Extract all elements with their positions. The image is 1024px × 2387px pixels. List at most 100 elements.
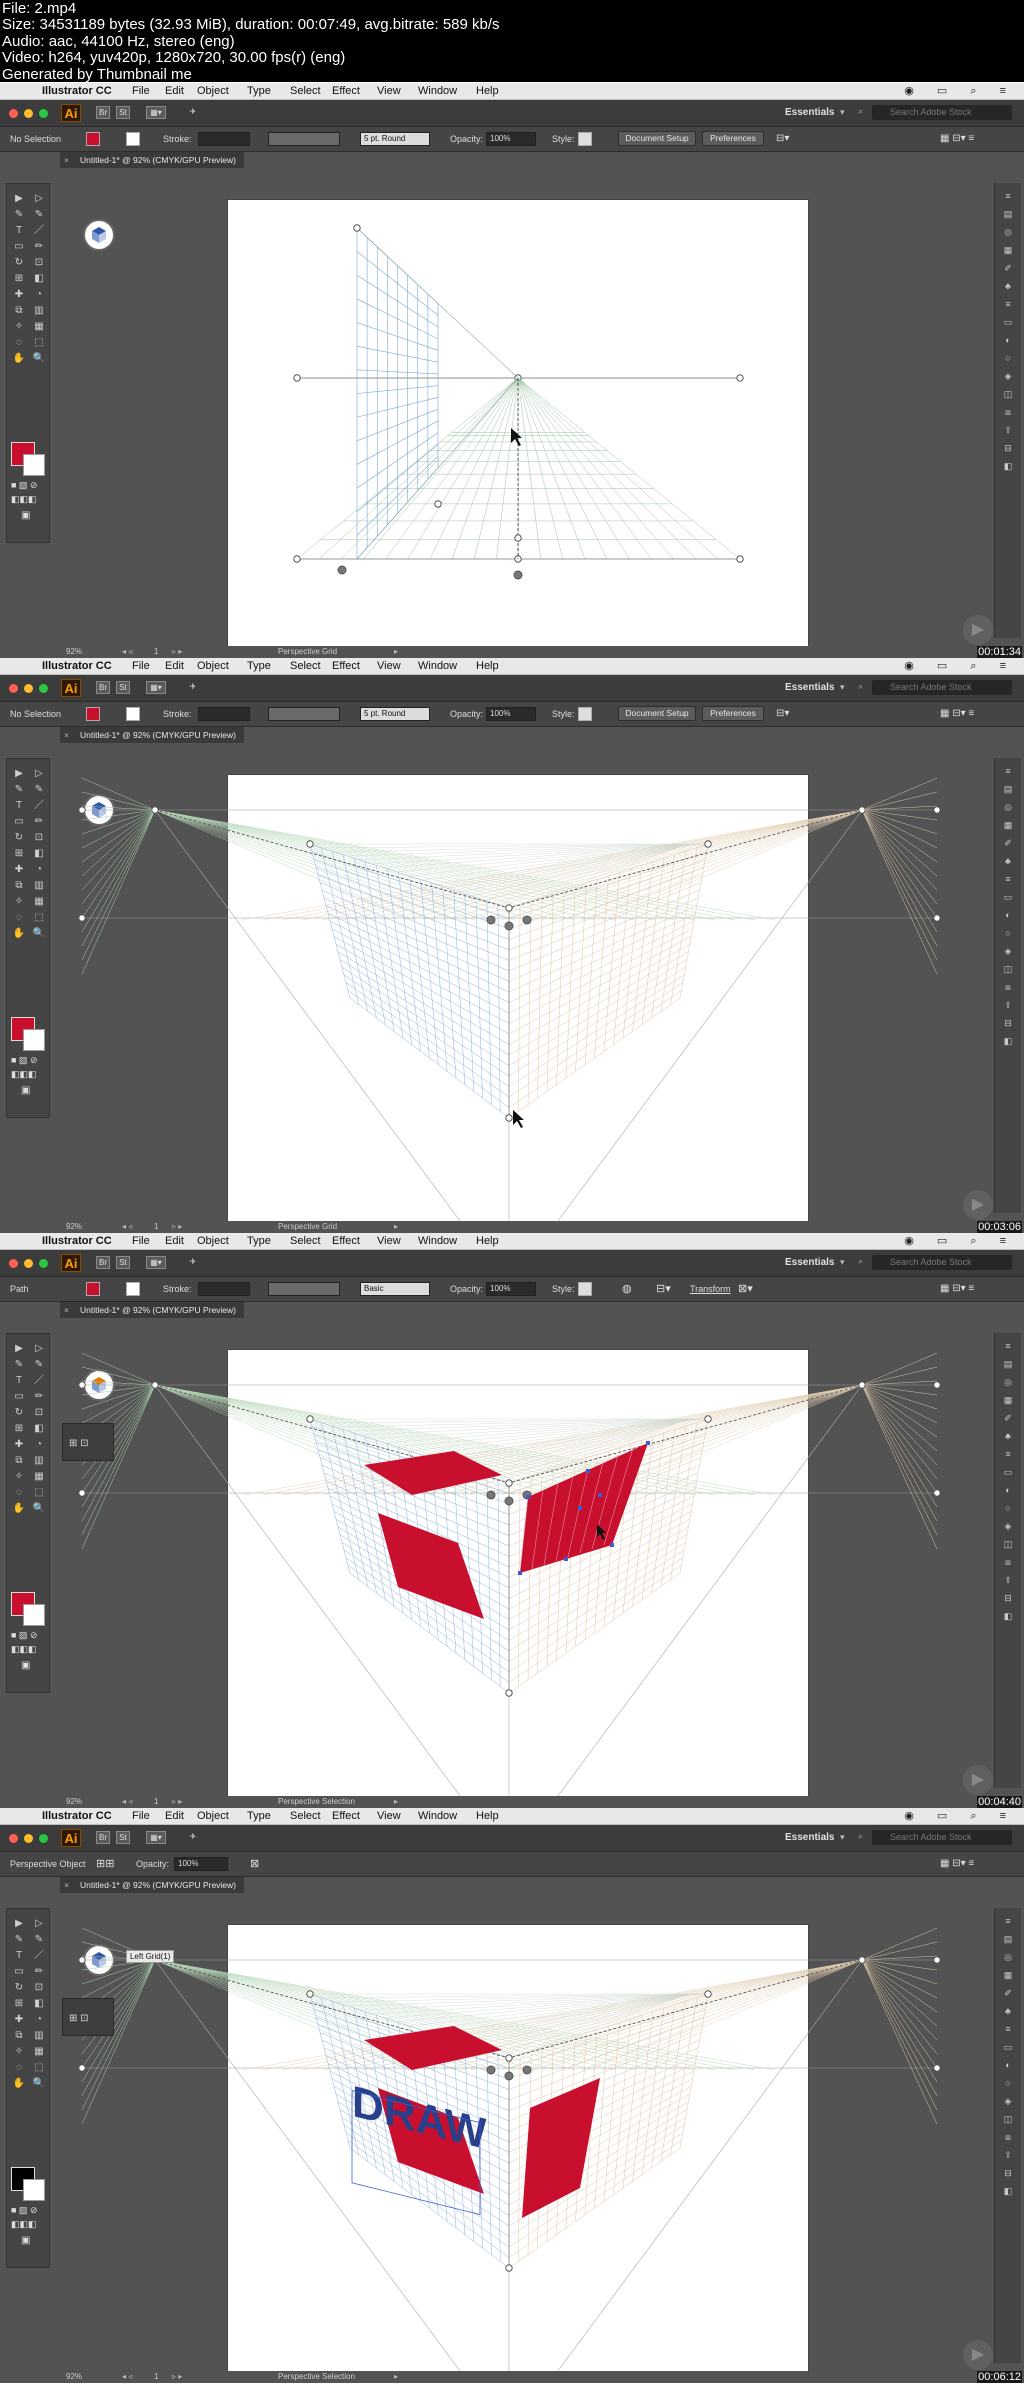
- right-ground-grid-line: [861, 805, 938, 811]
- artboard-nav-icon[interactable]: ◂ ◃: [122, 646, 132, 658]
- bottom-handle[interactable]: [505, 1114, 513, 1122]
- left-ground-grid-line: [154, 809, 736, 921]
- ground-grid-line: [517, 377, 674, 560]
- anchor-point[interactable]: [526, 1495, 530, 1499]
- right-ground-grid-line: [861, 791, 938, 811]
- status-menu-icon[interactable]: ▸: [394, 2371, 398, 2383]
- mouse-cursor-icon: [513, 1110, 524, 1128]
- bottom-handle[interactable]: [505, 1689, 513, 1697]
- right-grid-handle[interactable]: [522, 2065, 532, 2075]
- ground-handle-right[interactable]: [933, 914, 941, 922]
- right-ground-grid-line: [861, 1352, 938, 1386]
- left-grid-handle[interactable]: [486, 915, 496, 925]
- horizon-height-handle[interactable]: [514, 534, 522, 542]
- anchor-point[interactable]: [646, 1441, 650, 1445]
- right-extent-handle[interactable]: [704, 1415, 712, 1423]
- station-point-handle[interactable]: [505, 1479, 513, 1487]
- zoom-level[interactable]: 92%: [66, 1796, 82, 1808]
- left-plane-grid-line: [329, 920, 510, 1014]
- artboard-nav-icon[interactable]: ▹ ▸: [172, 646, 182, 658]
- horizon-handle-left[interactable]: [78, 806, 86, 814]
- artboard-nav-icon[interactable]: ▹ ▸: [172, 2371, 182, 2383]
- horizon-handle-left[interactable]: [78, 1381, 86, 1389]
- anchor-point[interactable]: [598, 1493, 602, 1497]
- grid-extent-handle[interactable]: [434, 500, 442, 508]
- horizon-handle-right[interactable]: [933, 1956, 941, 1964]
- perspective-grid-icon[interactable]: ⊞ ⊡: [69, 1438, 89, 1449]
- horizon-handle-left[interactable]: [78, 1956, 86, 1964]
- right-extent-handle[interactable]: [704, 840, 712, 848]
- right-vanishing-handle[interactable]: [858, 1381, 866, 1389]
- right-vanishing-handle[interactable]: [858, 806, 866, 814]
- right-grid-handle[interactable]: [522, 915, 532, 925]
- left-red-rectangle[interactable]: [378, 1513, 484, 1619]
- zoom-level[interactable]: 92%: [66, 2371, 82, 2383]
- ground-handle-left[interactable]: [293, 555, 301, 563]
- ground-level-handle[interactable]: [337, 565, 347, 575]
- grid-cell-handle[interactable]: [513, 570, 523, 580]
- horizon-handle-right[interactable]: [933, 1381, 941, 1389]
- anchor-point[interactable]: [586, 1469, 590, 1473]
- anchor-point[interactable]: [610, 1543, 614, 1547]
- horizon-handle-left[interactable]: [293, 374, 301, 382]
- right-plane-grid-line: [508, 966, 686, 1077]
- station-point-handle[interactable]: [505, 904, 513, 912]
- station-point-handle[interactable]: [505, 2054, 513, 2062]
- status-tool-name: Perspective Grid: [278, 1222, 338, 1231]
- right-vanishing-handle[interactable]: [858, 1956, 866, 1964]
- left-extent-handle[interactable]: [306, 1415, 314, 1423]
- zoom-level[interactable]: 92%: [66, 646, 82, 658]
- horizon-handle-right[interactable]: [933, 806, 941, 814]
- zoom-level[interactable]: 92%: [66, 1221, 82, 1233]
- ground-handle-left[interactable]: [78, 914, 86, 922]
- canvas-artwork: [78, 777, 941, 1233]
- ground-handle-left[interactable]: [78, 1489, 86, 1497]
- left-vanishing-handle[interactable]: [151, 1381, 159, 1389]
- right-red-rectangle[interactable]: [522, 2078, 600, 2218]
- page-number[interactable]: 1: [154, 2371, 158, 2383]
- floating-tool-panel[interactable]: ⊞ ⊡: [62, 1998, 114, 2036]
- height-handle[interactable]: [504, 1496, 514, 1506]
- page-number[interactable]: 1: [154, 1796, 158, 1808]
- right-plane-grid-line: [508, 936, 692, 1035]
- artboard-nav-icon[interactable]: ◂ ◃: [122, 1796, 132, 1808]
- page-number[interactable]: 1: [154, 646, 158, 658]
- ground-handle-left[interactable]: [78, 2064, 86, 2072]
- left-extent-handle[interactable]: [306, 1990, 314, 1998]
- ground-handle-right[interactable]: [933, 1489, 941, 1497]
- height-handle[interactable]: [504, 921, 514, 931]
- left-ground-grid-line: [81, 809, 156, 919]
- floating-tool-panel[interactable]: ⊞ ⊡: [62, 1423, 114, 1461]
- bottom-handle[interactable]: [505, 2264, 513, 2272]
- anchor-point[interactable]: [564, 1557, 568, 1561]
- left-extent-handle[interactable]: [306, 840, 314, 848]
- anchor-point[interactable]: [518, 1571, 522, 1575]
- status-menu-icon[interactable]: ▸: [394, 1796, 398, 1808]
- left-grid-handle[interactable]: [486, 1490, 496, 1500]
- artboard-nav-icon[interactable]: ◂ ◃: [122, 1221, 132, 1233]
- plane-switching-widget[interactable]: [83, 219, 115, 251]
- artboard-nav-icon[interactable]: ▹ ▸: [172, 1796, 182, 1808]
- anchor-point[interactable]: [578, 1506, 582, 1510]
- artboard-nav-icon[interactable]: ◂ ◃: [122, 2371, 132, 2383]
- top-red-rectangle[interactable]: [364, 1451, 502, 1495]
- height-handle[interactable]: [353, 224, 361, 232]
- ground-grid-line: [429, 377, 519, 560]
- plane-tooltip: Left Grid(1): [126, 1950, 175, 1963]
- left-vanishing-handle[interactable]: [151, 806, 159, 814]
- status-menu-icon[interactable]: ▸: [394, 646, 398, 658]
- left-grid-handle[interactable]: [486, 2065, 496, 2075]
- status-menu-icon[interactable]: ▸: [394, 1221, 398, 1233]
- right-extent-handle[interactable]: [704, 1990, 712, 1998]
- ground-handle-right[interactable]: [736, 555, 744, 563]
- perspective-grid-icon[interactable]: ⊞ ⊡: [69, 2013, 89, 2024]
- height-handle[interactable]: [504, 2071, 514, 2081]
- left-plane-grid-line: [335, 943, 510, 1045]
- mouse-cursor-icon: [511, 428, 522, 446]
- artboard-nav-icon[interactable]: ▹ ▸: [172, 1221, 182, 1233]
- horizon-handle-right[interactable]: [736, 374, 744, 382]
- page-number[interactable]: 1: [154, 1221, 158, 1233]
- top-red-rectangle[interactable]: [364, 2026, 502, 2070]
- ground-grid-line: [341, 377, 519, 560]
- ground-handle-right[interactable]: [933, 2064, 941, 2072]
